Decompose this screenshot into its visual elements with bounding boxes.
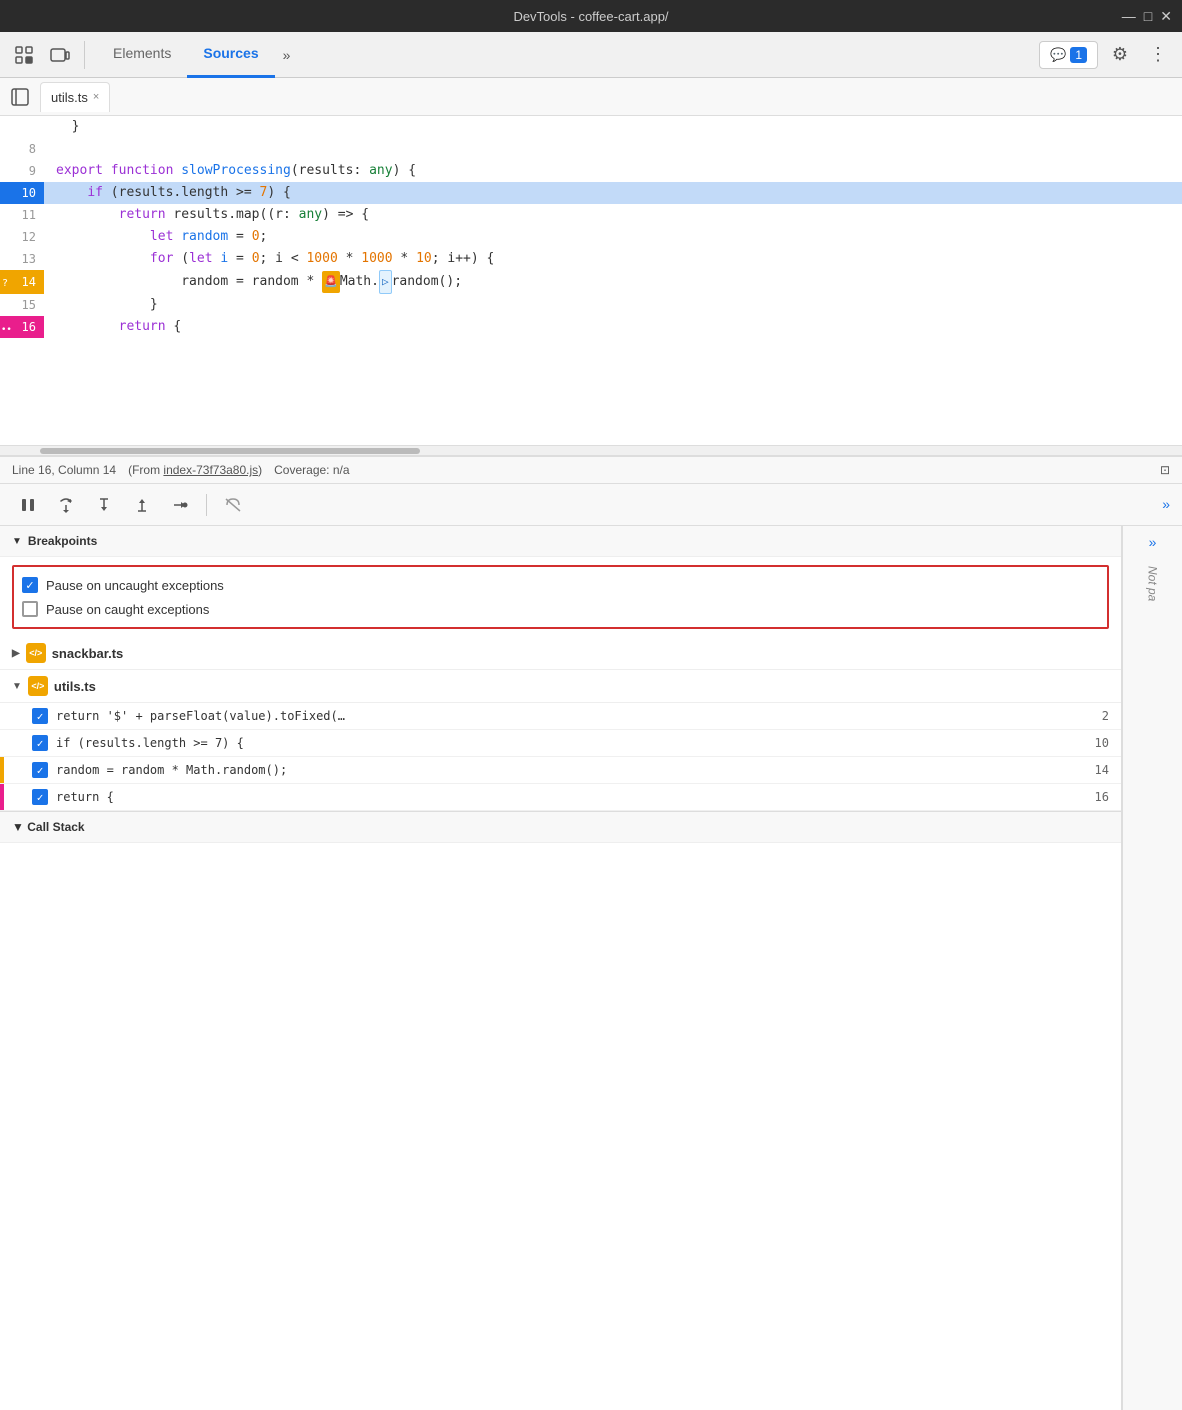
- code-editor[interactable]: } 8 9 export function slowProcessing(res…: [0, 116, 1182, 456]
- bp-item-4-code: return {: [56, 790, 114, 804]
- bp-item-2: ✓ if (results.length >= 7) { 10: [0, 730, 1121, 757]
- utils-filename: utils.ts: [54, 679, 96, 694]
- file-tab-name: utils.ts: [51, 90, 88, 105]
- code-line-14: ? 14 random = random * 🚨Math.▷random();: [0, 270, 1182, 294]
- code-line-7: }: [0, 116, 1182, 138]
- bp-item-4-line: 16: [1095, 790, 1109, 804]
- exceptions-box: ✓ Pause on uncaught exceptions Pause on …: [12, 565, 1109, 629]
- bp-item-1-checkbox[interactable]: ✓: [32, 708, 48, 724]
- snackbar-file-header[interactable]: ▶ </> snackbar.ts: [0, 637, 1121, 670]
- code-table: } 8 9 export function slowProcessing(res…: [0, 116, 1182, 338]
- horizontal-scrollbar[interactable]: [0, 445, 1182, 455]
- close-btn[interactable]: ✕: [1160, 8, 1172, 25]
- step-over-btn[interactable]: [50, 489, 82, 521]
- call-stack-arrow: ▼: [12, 820, 24, 834]
- step-out-btn[interactable]: [126, 489, 158, 521]
- window-controls[interactable]: — □ ✕: [1122, 8, 1172, 25]
- device-toggle-icon[interactable]: [44, 39, 76, 71]
- pause-caught-label: Pause on caught exceptions: [46, 602, 209, 617]
- bp-item-1: ✓ return '$' + parseFloat(value).toFixed…: [0, 703, 1121, 730]
- code-line-12: 12 let random = 0;: [0, 226, 1182, 248]
- utils-file-icon: </>: [28, 676, 48, 696]
- console-icon: 💬: [1050, 47, 1066, 63]
- magenta-bar: [0, 784, 4, 810]
- cursor-position: Line 16, Column 14: [12, 463, 116, 477]
- right-panel-more-btn[interactable]: »: [1149, 534, 1157, 550]
- tab-sources[interactable]: Sources: [187, 32, 274, 78]
- bp-item-2-checkbox[interactable]: ✓: [32, 735, 48, 751]
- tab-bar: Elements Sources » 💬 1 ⚙ ⋮: [0, 32, 1182, 78]
- coverage-label: Coverage: n/a: [274, 463, 349, 477]
- step-btn[interactable]: [164, 489, 196, 521]
- lower-panel: ▼ Breakpoints ✓ Pause on uncaught except…: [0, 526, 1182, 1410]
- file-tabs-row: utils.ts ×: [0, 78, 1182, 116]
- code-line-16: •• 16 return {: [0, 316, 1182, 338]
- call-stack-label: Call Stack: [27, 820, 84, 834]
- tab-bar-left: [8, 39, 89, 71]
- pause-uncaught-row: ✓ Pause on uncaught exceptions: [22, 573, 1099, 597]
- console-count: 1: [1070, 47, 1087, 63]
- bp-item-2-line: 10: [1095, 736, 1109, 750]
- call-stack-section-header[interactable]: ▼ Call Stack: [0, 811, 1121, 843]
- bp-item-3: ✓ random = random * Math.random(); 14: [0, 757, 1121, 784]
- code-line-8: 8: [0, 138, 1182, 160]
- bp-item-1-code: return '$' + parseFloat(value).toFixed(…: [56, 709, 345, 723]
- utils-file-header[interactable]: ▼ </> utils.ts: [0, 670, 1121, 703]
- code-line-10: 10 if (results.length >= 7) {: [0, 182, 1182, 204]
- bp-item-1-line: 2: [1102, 709, 1109, 723]
- snackbar-filename: snackbar.ts: [52, 646, 124, 661]
- code-line-11: 11 return results.map((r: any) => {: [0, 204, 1182, 226]
- bp-item-2-code: if (results.length >= 7) {: [56, 736, 244, 750]
- more-vert-icon[interactable]: ⋮: [1142, 39, 1174, 71]
- inspect-icon[interactable]: [8, 39, 40, 71]
- utils-expand-arrow: ▼: [12, 681, 22, 692]
- breakpoints-arrow: ▼: [12, 536, 22, 547]
- debug-toolbar-right: »: [1162, 496, 1170, 514]
- pause-caught-row: Pause on caught exceptions: [22, 597, 1099, 621]
- debug-toolbar: »: [0, 484, 1182, 526]
- tab-elements[interactable]: Elements: [97, 32, 187, 78]
- pause-caught-checkbox[interactable]: [22, 601, 38, 617]
- step-into-btn[interactable]: [88, 489, 120, 521]
- title-bar-text: DevTools - coffee-cart.app/: [513, 9, 668, 24]
- code-line-13: 13 for (let i = 0; i < 1000 * 1000 * 10;…: [0, 248, 1182, 270]
- bp-item-3-line: 14: [1095, 763, 1109, 777]
- breakpoints-panel: ▼ Breakpoints ✓ Pause on uncaught except…: [0, 526, 1122, 1410]
- tab-bar-right: 💬 1 ⚙ ⋮: [1039, 39, 1174, 71]
- snackbar-expand-arrow: ▶: [12, 648, 20, 659]
- source-map-link[interactable]: index-73f73a80.js: [163, 463, 258, 477]
- code-line-15: 15 }: [0, 294, 1182, 316]
- maximize-btn[interactable]: □: [1144, 8, 1152, 25]
- not-paused-label: Not pa: [1146, 566, 1160, 601]
- scrollbar-thumb[interactable]: [40, 448, 420, 454]
- source-map-label: (From index-73f73a80.js): [128, 463, 262, 477]
- status-bar: Line 16, Column 14 (From index-73f73a80.…: [0, 456, 1182, 484]
- bp-item-4: ✓ return { 16: [0, 784, 1121, 811]
- panel-more-btn[interactable]: »: [1162, 496, 1170, 512]
- right-panel-stub: » Not pa: [1122, 526, 1182, 1410]
- tab-more-icon[interactable]: »: [275, 43, 299, 67]
- pause-resume-btn[interactable]: [12, 489, 44, 521]
- pause-uncaught-label: Pause on uncaught exceptions: [46, 578, 224, 593]
- minimize-btn[interactable]: —: [1122, 8, 1136, 25]
- bp-item-3-checkbox[interactable]: ✓: [32, 762, 48, 778]
- debug-separator: [206, 494, 207, 516]
- title-bar: DevTools - coffee-cart.app/ — □ ✕: [0, 0, 1182, 32]
- settings-icon[interactable]: ⚙: [1104, 39, 1136, 71]
- format-icon[interactable]: ⊡: [1160, 463, 1170, 477]
- breakpoints-section-header[interactable]: ▼ Breakpoints: [0, 526, 1121, 557]
- code-line-9: 9 export function slowProcessing(results…: [0, 160, 1182, 182]
- tab-separator: [84, 41, 85, 69]
- orange-bar: [0, 757, 4, 783]
- sidebar-toggle-btn[interactable]: [6, 83, 34, 111]
- file-tab-close[interactable]: ×: [93, 91, 99, 103]
- console-badge-btn[interactable]: 💬 1: [1039, 41, 1098, 69]
- snackbar-file-icon: </>: [26, 643, 46, 663]
- bp-item-3-code: random = random * Math.random();: [56, 763, 287, 777]
- deactivate-breakpoints-btn[interactable]: [217, 489, 249, 521]
- file-tab-utils[interactable]: utils.ts ×: [40, 82, 110, 112]
- pause-uncaught-checkbox[interactable]: ✓: [22, 577, 38, 593]
- bp-item-4-checkbox[interactable]: ✓: [32, 789, 48, 805]
- breakpoints-label: Breakpoints: [28, 534, 97, 548]
